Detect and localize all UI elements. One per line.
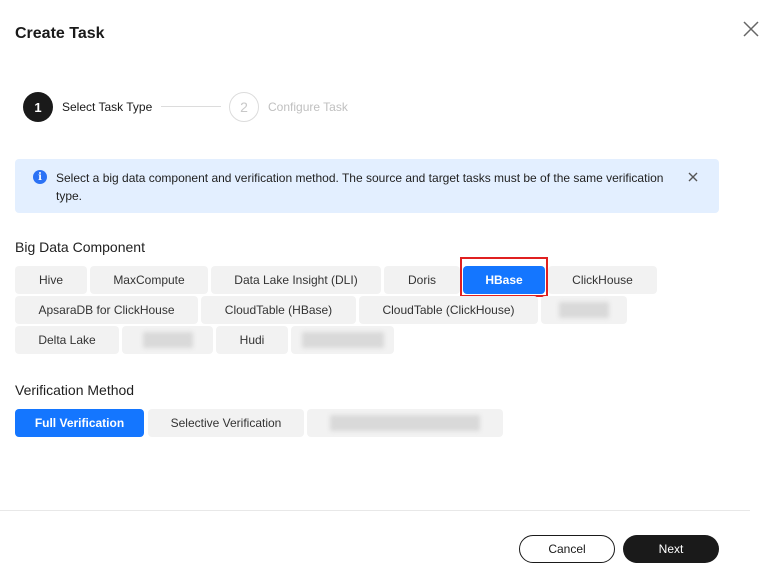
close-icon[interactable] — [739, 17, 763, 41]
component-option-cloudtable-hbase[interactable]: CloudTable (HBase) — [201, 296, 356, 324]
dialog-title: Create Task — [15, 25, 105, 42]
component-option-redacted[interactable] — [541, 296, 627, 324]
step-select-task-type: 1 Select Task Type — [23, 91, 152, 123]
component-option-dli[interactable]: Data Lake Insight (DLI) — [211, 266, 381, 294]
verification-method-title: Verification Method — [15, 382, 135, 398]
component-option-clickhouse[interactable]: ClickHouse — [548, 266, 657, 294]
info-icon: i — [33, 170, 47, 184]
component-option-redacted[interactable] — [291, 326, 394, 354]
step-label: Select Task Type — [62, 100, 153, 114]
component-option-delta-lake[interactable]: Delta Lake — [15, 326, 119, 354]
component-option-maxcompute[interactable]: MaxCompute — [90, 266, 208, 294]
info-alert: i Select a big data component and verifi… — [15, 159, 719, 213]
component-option-doris[interactable]: Doris — [384, 266, 460, 294]
alert-close-icon[interactable] — [686, 170, 700, 184]
verification-option-full[interactable]: Full Verification — [15, 409, 144, 437]
alert-text: Select a big data component and verifica… — [56, 171, 664, 203]
step-number: 2 — [229, 92, 259, 122]
step-number: 1 — [23, 92, 53, 122]
next-button[interactable]: Next — [623, 535, 719, 563]
component-option-hudi[interactable]: Hudi — [216, 326, 288, 354]
verification-option-selective[interactable]: Selective Verification — [148, 409, 304, 437]
component-option-apsaradb-clickhouse[interactable]: ApsaraDB for ClickHouse — [15, 296, 198, 324]
step-connector — [161, 106, 221, 107]
component-option-redacted[interactable] — [122, 326, 213, 354]
step-label: Configure Task — [268, 100, 348, 114]
cancel-button[interactable]: Cancel — [519, 535, 615, 563]
component-option-hive[interactable]: Hive — [15, 266, 87, 294]
selection-highlight — [460, 257, 548, 297]
big-data-component-title: Big Data Component — [15, 239, 145, 255]
footer-divider — [0, 510, 750, 511]
verification-option-redacted[interactable] — [307, 409, 503, 437]
step-configure-task: 2 Configure Task — [229, 91, 348, 123]
component-option-cloudtable-clickhouse[interactable]: CloudTable (ClickHouse) — [359, 296, 538, 324]
